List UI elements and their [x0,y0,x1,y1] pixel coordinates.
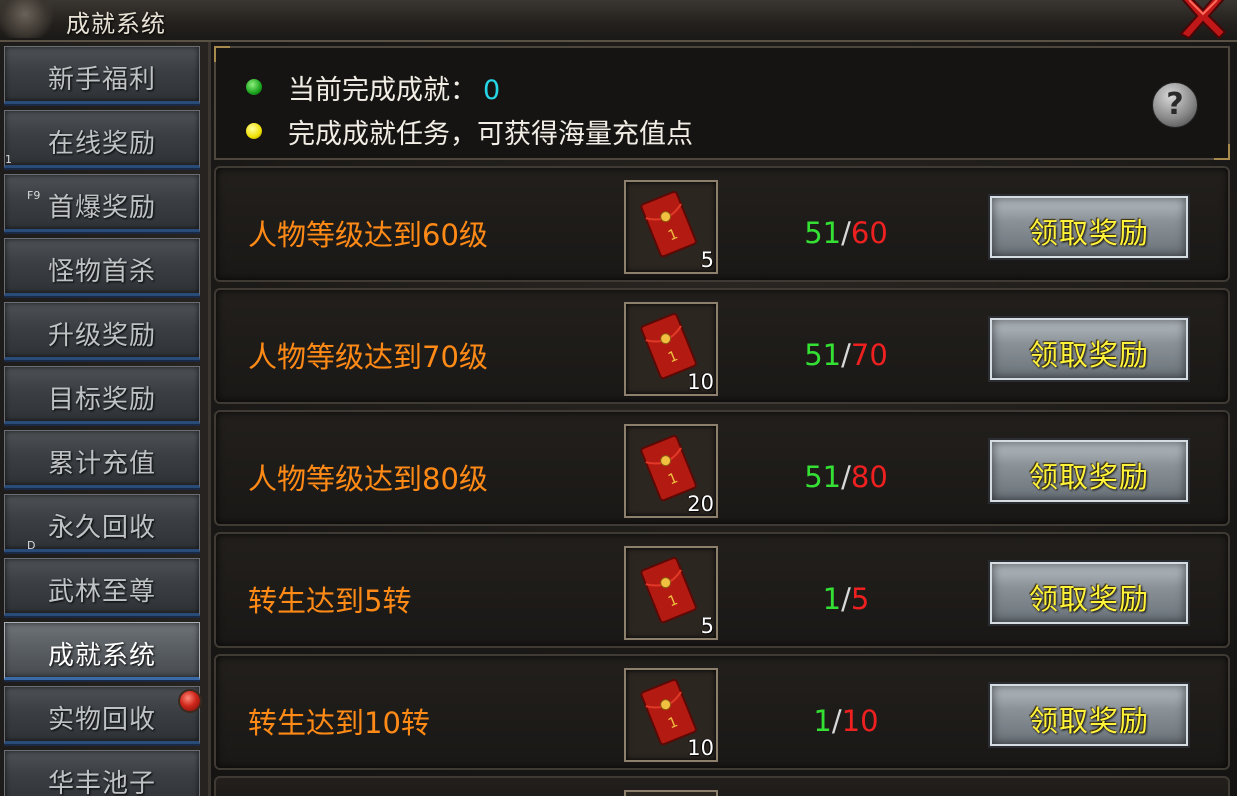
reward-quantity: 10 [687,736,714,760]
task-row: 人物等级达到70级 1 10 51/70 领取奖励 [214,288,1230,404]
sidebar-item-achievement-system[interactable]: 成就系统 [4,622,200,680]
progress-target: 70 [850,338,888,372]
task-progress: 51/80 [776,460,916,494]
task-progress: 51/70 [776,338,916,372]
yellow-dot-icon [246,123,262,139]
claim-reward-label: 领取奖励 [1028,460,1149,494]
task-row: 转生达到10转 1 10 1/10 领取奖励 [214,654,1230,770]
task-list: 人物等级达到60级 1 5 51/60 领取奖励 人物等级达到70级 1 10 … [214,166,1230,796]
sidebar-item-label: 武林至尊 [47,577,156,607]
sidebar-item-level-up-rewards[interactable]: 升级奖励 [4,302,200,360]
claim-reward-label: 领取奖励 [1028,704,1149,738]
title-bar: 成就系统 [0,0,1237,42]
sidebar-item-wulin-supreme[interactable]: 武林至尊 [4,558,200,616]
reward-quantity: 10 [687,370,714,394]
sidebar-item-goal-rewards[interactable]: 目标奖励 [4,366,200,424]
completed-count: 0 [483,75,501,106]
progress-separator: / [841,582,851,616]
sidebar: 新手福利 1 在线奖励 F9 首爆奖励 怪物首杀 升级奖励 目标奖励 累计充值 … [0,42,211,796]
tip-text: 完成成就任务，可获得海量充值点 [288,119,693,150]
progress-separator: / [841,460,851,494]
reward-quantity: 20 [687,492,714,516]
task-title: 转生达到10转 [248,706,430,740]
claim-reward-button[interactable]: 领取奖励 [990,440,1188,502]
sidebar-item-label: 实物回收 [47,705,156,735]
sidebar-item-label: 目标奖励 [47,385,156,415]
progress-current: 1 [813,704,832,738]
sidebar-item-online-rewards[interactable]: 1 在线奖励 [4,110,200,168]
reward-quantity: 5 [700,248,714,272]
question-mark-icon: ? [1166,87,1184,122]
claim-reward-button[interactable]: 领取奖励 [990,318,1188,380]
sidebar-item-newbie-benefits[interactable]: 新手福利 [4,46,200,104]
sidebar-item-cumulative-recharge[interactable]: 累计充值 [4,430,200,488]
claim-reward-label: 领取奖励 [1028,582,1149,616]
progress-separator: / [831,704,842,738]
claim-reward-label: 领取奖励 [1028,216,1149,250]
completed-label: 当前完成成就： [288,75,477,106]
sidebar-item-physical-recycle[interactable]: 实物回收 [4,686,200,744]
task-row-partial [214,776,1230,796]
sidebar-item-first-drop-rewards[interactable]: F9 首爆奖励 [4,174,200,232]
dragon-ornament-icon [0,0,60,38]
completed-count-line: 当前完成成就： 0 [246,68,500,107]
progress-target: 80 [850,460,888,494]
help-button[interactable]: ? [1152,82,1198,128]
claim-reward-button[interactable]: 领取奖励 [990,684,1188,746]
reward-slot[interactable]: 1 10 [624,668,718,762]
sidebar-item-label: 首爆奖励 [47,193,156,223]
window-title: 成就系统 [66,10,166,38]
claim-reward-button[interactable]: 领取奖励 [990,562,1188,624]
sidebar-item-partial[interactable]: 华丰池子 [4,750,200,796]
sidebar-item-label: 升级奖励 [47,321,156,351]
task-progress: 51/60 [776,216,916,250]
reward-slot[interactable]: 1 5 [624,546,718,640]
reward-slot[interactable]: 1 5 [624,180,718,274]
red-envelope-icon: 1 [640,556,697,624]
task-title: 人物等级达到60级 [248,218,488,252]
task-progress: 1/5 [776,582,916,616]
claim-reward-button[interactable]: 领取奖励 [990,196,1188,258]
sidebar-item-permanent-recycle[interactable]: D 永久回收 [4,494,200,552]
progress-separator: / [841,216,851,250]
close-button[interactable] [1175,0,1229,40]
sidebar-item-label: 华丰池子 [47,769,156,796]
progress-target: 10 [841,704,879,738]
task-title: 人物等级达到80级 [248,462,488,496]
sidebar-item-label: 在线奖励 [47,129,156,159]
task-title: 转生达到5转 [248,584,412,618]
progress-current: 1 [822,582,842,616]
task-row: 人物等级达到80级 1 20 51/80 领取奖励 [214,410,1230,526]
claim-reward-label: 领取奖励 [1028,338,1149,372]
red-envelope-icon: 1 [640,190,697,258]
progress-current: 51 [804,460,842,494]
reward-quantity: 5 [700,614,714,638]
task-row: 转生达到5转 1 5 1/5 领取奖励 [214,532,1230,648]
close-x-icon [1179,0,1227,40]
progress-target: 5 [850,582,870,616]
sidebar-item-label: 成就系统 [47,641,156,671]
sidebar-item-monster-first-kill[interactable]: 怪物首杀 [4,238,200,296]
reward-slot[interactable]: 1 20 [624,424,718,518]
reward-slot[interactable]: 1 10 [624,302,718,396]
achievement-window: 成就系统 新手福利 1 在线奖励 F9 首爆奖励 怪物首杀 升级奖励 目标奖励 [0,0,1237,796]
sidebar-item-label: 永久回收 [47,513,156,543]
task-progress: 1/10 [776,704,916,738]
tip-line: 完成成就任务，可获得海量充值点 [246,112,693,151]
sidebar-item-label: 怪物首杀 [47,257,156,287]
progress-current: 51 [804,338,842,372]
task-row: 人物等级达到60级 1 5 51/60 领取奖励 [214,166,1230,282]
notification-dot-icon [178,689,202,713]
sidebar-item-label: 新手福利 [47,65,156,95]
green-dot-icon [246,79,262,95]
progress-current: 51 [804,216,842,250]
task-title: 人物等级达到70级 [248,340,488,374]
info-panel: 当前完成成就： 0 完成成就任务，可获得海量充值点 ? [214,46,1230,160]
progress-target: 60 [850,216,888,250]
progress-separator: / [841,338,851,372]
sidebar-item-label: 累计充值 [47,449,156,479]
reward-slot[interactable] [624,790,718,796]
